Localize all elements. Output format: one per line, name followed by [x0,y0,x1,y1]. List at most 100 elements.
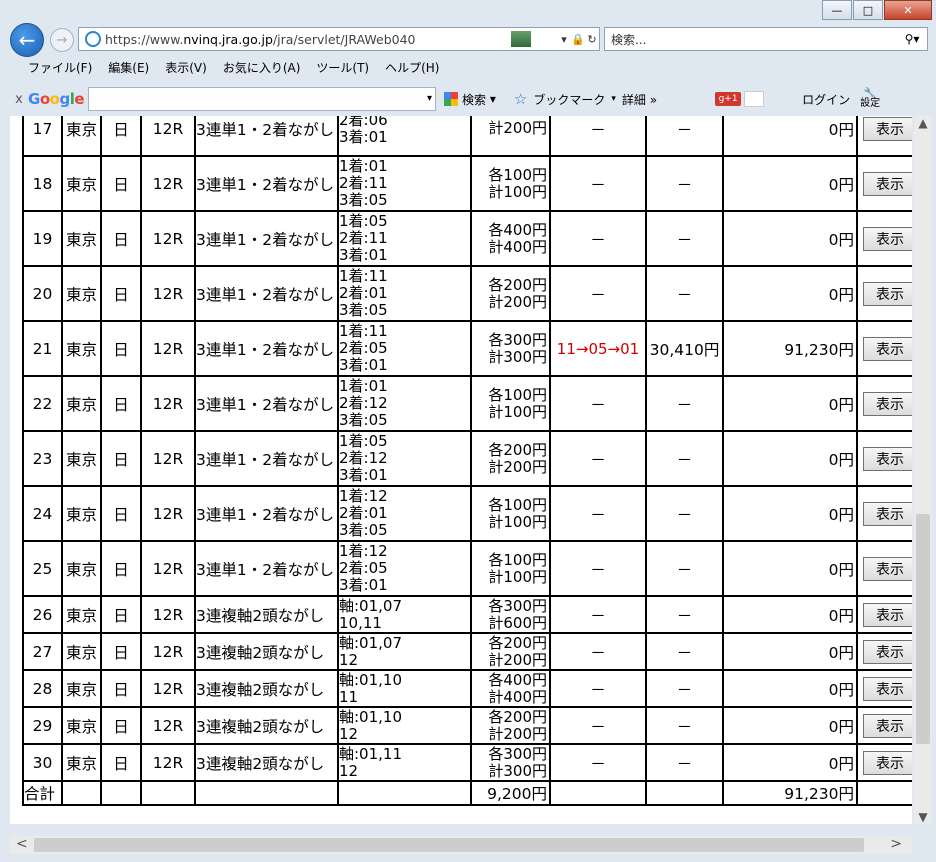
payout-cell: 0円 [722,210,858,267]
show-button[interactable]: 表示 [863,226,912,251]
settings-wrench-icon[interactable]: 🔧 設定 [860,89,880,109]
show-button[interactable]: 表示 [863,446,912,471]
detail-menu[interactable]: 詳細 » [622,91,657,108]
show-button[interactable]: 表示 [863,501,912,526]
row-number: 25 [22,540,63,597]
scroll-down-icon[interactable]: ▼ [914,810,932,824]
combo-line: 3着:05 [339,191,388,209]
combo-line: 1着:01 [339,377,388,395]
show-button[interactable]: 表示 [863,750,912,775]
bookmark-star-icon[interactable]: ☆ [514,90,527,108]
combination-cell: 軸:01,10 12 [337,706,472,745]
search-box[interactable]: 検索... ⚲▾ [604,27,928,51]
show-button[interactable]: 表示 [863,116,912,141]
action-cell: 表示 [856,375,912,432]
show-button[interactable]: 表示 [863,713,912,738]
menu-tools[interactable]: ツール(T) [308,56,377,78]
forward-arrow-icon[interactable]: → [50,28,74,52]
menu-favorites[interactable]: お気に入り(A) [215,56,309,78]
action-cell: 表示 [856,430,912,487]
login-link[interactable]: ログイン [802,91,850,108]
gplus-icon[interactable]: g+1 [715,92,742,106]
payout-cell: 0円 [722,743,858,782]
show-button[interactable]: 表示 [863,602,912,627]
row-number: 26 [22,595,63,634]
show-button[interactable]: 表示 [863,556,912,581]
race-cell: 12R [140,706,196,745]
race-cell: 12R [140,669,196,708]
show-button[interactable]: 表示 [863,171,912,196]
combo-line: 軸:01,07 [339,633,402,652]
show-button[interactable]: 表示 [863,391,912,416]
close-window-button[interactable]: ✕ [884,0,932,20]
action-cell: 表示 [856,540,912,597]
odds-cell: － [645,210,724,267]
menu-help[interactable]: ヘルプ(H) [377,56,447,78]
combination-cell: 軸:01,10 11 [337,669,472,708]
amount-cell: 各400円 計400円 [470,210,551,267]
amount-line: 各200円 [488,707,547,726]
menu-edit[interactable]: 編集(E) [100,56,157,78]
show-button[interactable]: 表示 [863,281,912,306]
scroll-thumb[interactable] [916,514,930,744]
combo-line: 1着:12 [339,542,388,560]
scroll-right-icon[interactable]: > [890,836,902,852]
payout-cell: 0円 [722,155,858,212]
race-cell: 12R [140,540,196,597]
maximize-button[interactable]: □ [853,0,883,20]
amount-line: 各300円 [488,330,547,349]
dropdown-arrow-icon[interactable]: ▾ [557,33,571,46]
total-row: 合計 9,200円 91,230円 [22,780,912,806]
minimize-button[interactable]: — [822,0,852,20]
row-number: 30 [22,743,63,782]
odds-cell: － [645,669,724,708]
scroll-up-icon[interactable]: ▲ [914,116,932,130]
bet-type-cell: 3連複軸2頭ながし [194,743,339,782]
result-cell: － [549,430,647,487]
combo-line: 3着:01 [339,576,388,594]
day-cell: 日 [100,116,142,157]
amount-cell: 各200円 計200円 [470,265,551,322]
show-button[interactable]: 表示 [863,336,912,361]
amount-cell: 各300円 計300円 [470,743,551,782]
scroll-left-icon[interactable]: < [16,836,28,852]
show-button[interactable]: 表示 [863,676,912,701]
compatibility-view-icon[interactable] [511,31,531,47]
empty-cell [194,780,339,806]
amount-line: 計100円 [488,402,547,421]
combo-line: 11 [339,687,359,706]
result-cell: － [549,116,647,157]
ie-logo-icon [85,31,101,47]
bet-type-cell: 3連単1・2着ながし [194,265,339,322]
search-input[interactable]: 検索... [605,31,897,48]
odds-cell: － [645,430,724,487]
back-arrow-icon[interactable]: ← [10,23,44,57]
day-cell: 日 [100,669,142,708]
vertical-scrollbar[interactable]: ▲ ▼ [914,116,932,824]
refresh-icon[interactable]: ↻ [585,33,599,46]
google-search-input[interactable]: ▾ [88,87,437,111]
google-search-button[interactable]: 検索 ▾ [444,91,496,108]
payout-cell: 0円 [722,375,858,432]
menu-view[interactable]: 表示(V) [157,56,215,78]
venue-cell: 東京 [61,485,102,542]
row-number: 19 [22,210,63,267]
amount-cell: 各300円 計300円 [470,320,551,377]
table-row: 30 東京日 12R 3連複軸2頭ながし 軸:01,11 12 各300円 計300円－－ 0円… [22,743,912,782]
venue-cell: 東京 [61,669,102,708]
result-cell: － [549,706,647,745]
horizontal-scrollbar[interactable]: < > [10,836,912,854]
bookmark-menu[interactable]: ブックマーク [533,91,605,108]
day-cell: 日 [100,743,142,782]
show-button[interactable]: 表示 [863,639,912,664]
amount-cell: 各300円 計600円 [470,595,551,634]
amount-cell: 各400円 計400円 [470,669,551,708]
url-text[interactable]: https://www.nvinq.jra.go.jp/jra/servlet/… [105,32,511,47]
toolbar-close-icon[interactable]: x [10,92,28,107]
search-icon[interactable]: ⚲▾ [897,32,927,46]
hscroll-thumb[interactable] [34,838,864,852]
venue-cell: 東京 [61,116,102,157]
table-row: 24 東京日 12R 3連単1・2着ながし 1着:12 2着:01 3着:05 各100円 計1… [22,485,912,542]
menu-file[interactable]: ファイル(F) [20,56,100,78]
address-bar[interactable]: https://www.nvinq.jra.go.jp/jra/servlet/… [78,27,600,51]
